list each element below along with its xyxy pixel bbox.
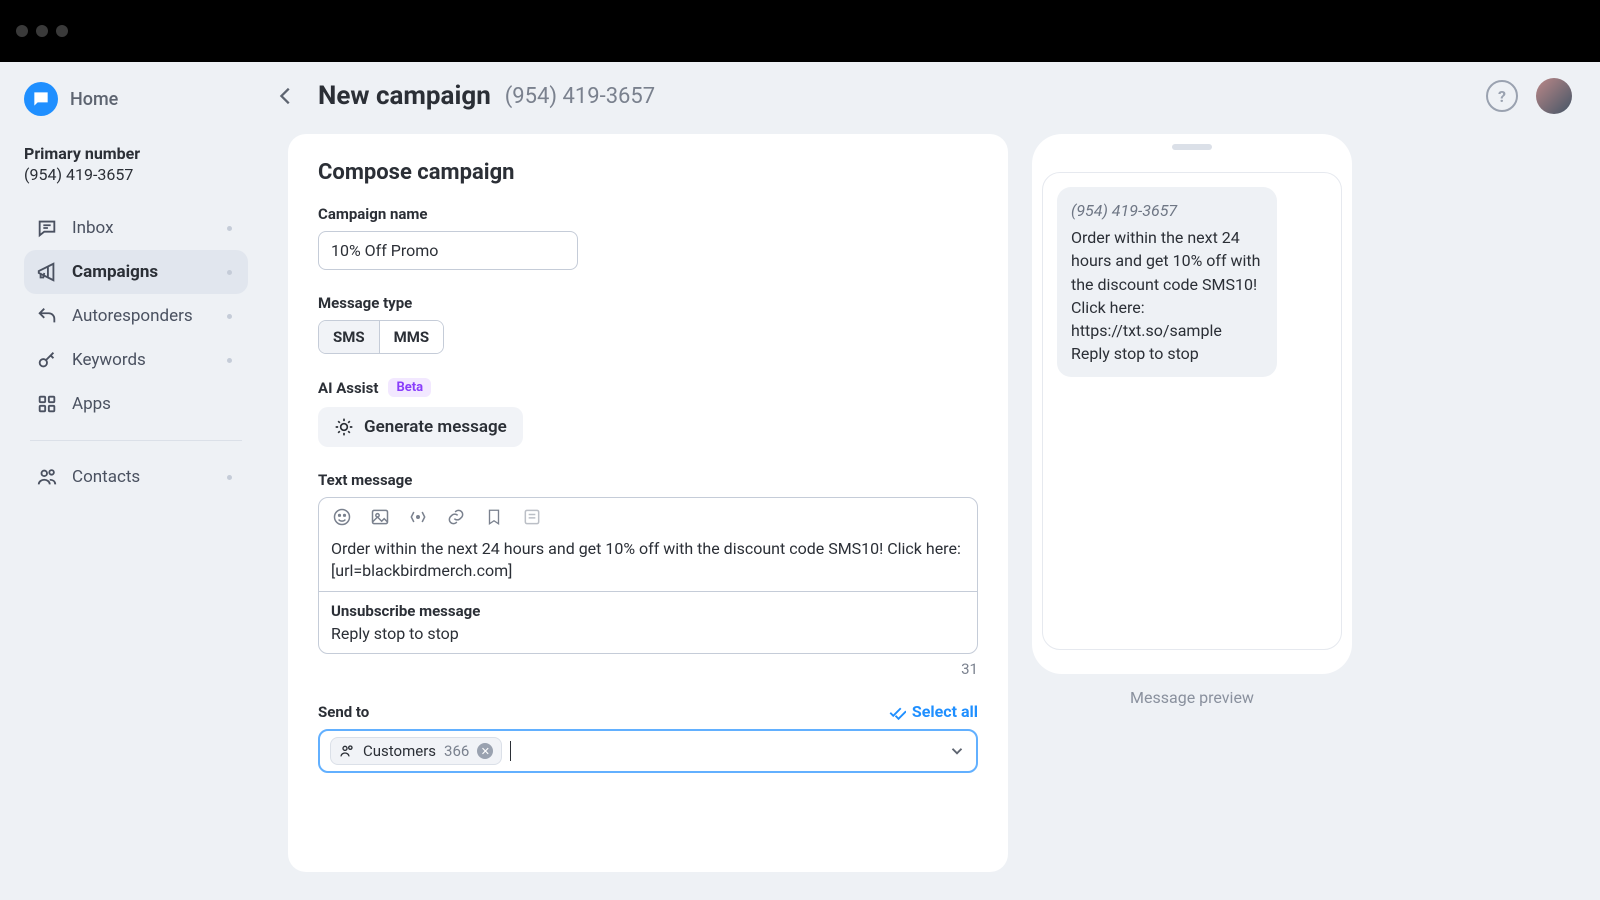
page-subtitle-phone: (954) 419-3657 bbox=[505, 84, 655, 109]
sidebar-item-inbox[interactable]: Inbox bbox=[24, 206, 248, 250]
main-area: New campaign (954) 419-3657 ? Compose ca… bbox=[260, 62, 1600, 900]
select-all-label: Select all bbox=[912, 702, 978, 721]
contacts-icon bbox=[36, 466, 58, 488]
merge-field-icon[interactable] bbox=[407, 506, 429, 528]
nav-dot bbox=[227, 358, 232, 363]
link-icon[interactable] bbox=[445, 506, 467, 528]
recipient-chip: Customers 366 ✕ bbox=[330, 737, 502, 765]
sparkle-icon bbox=[334, 417, 354, 437]
user-avatar[interactable] bbox=[1536, 78, 1572, 114]
apps-icon bbox=[36, 393, 58, 415]
generate-message-button[interactable]: Generate message bbox=[318, 407, 523, 447]
bubble-sender: (954) 419-3657 bbox=[1071, 199, 1263, 222]
sidebar-item-contacts[interactable]: Contacts bbox=[24, 455, 248, 499]
sidebar: Home Primary number (954) 419-3657 Inbox… bbox=[0, 62, 260, 900]
preview-column: (954) 419-3657 Order within the next 24 … bbox=[1032, 134, 1352, 872]
campaign-name-input[interactable] bbox=[318, 231, 578, 270]
chip-count: 366 bbox=[444, 742, 469, 760]
sidebar-divider bbox=[30, 440, 242, 441]
bookmark-icon[interactable] bbox=[483, 506, 505, 528]
editor-toolbar bbox=[319, 498, 977, 536]
text-message-label: Text message bbox=[318, 471, 978, 489]
key-icon bbox=[36, 349, 58, 371]
phone-mockup: (954) 419-3657 Order within the next 24 … bbox=[1032, 134, 1352, 674]
unsubscribe-section: Unsubscribe message Reply stop to stop bbox=[319, 591, 977, 653]
help-button[interactable]: ? bbox=[1486, 80, 1518, 112]
back-button[interactable] bbox=[268, 78, 304, 114]
compose-title: Compose campaign bbox=[318, 160, 978, 185]
phone-notch bbox=[1172, 144, 1212, 150]
home-label: Home bbox=[70, 89, 118, 110]
unsubscribe-label: Unsubscribe message bbox=[331, 602, 965, 620]
primary-number-value: (954) 419-3657 bbox=[24, 165, 248, 184]
nav-dot bbox=[227, 314, 232, 319]
chat-icon bbox=[36, 217, 58, 239]
message-type-sms[interactable]: SMS bbox=[319, 321, 379, 353]
select-all-button[interactable]: Select all bbox=[888, 702, 978, 721]
emoji-icon[interactable] bbox=[331, 506, 353, 528]
ai-assist-label: AI Assist bbox=[318, 379, 378, 397]
sidebar-item-label: Keywords bbox=[72, 350, 146, 370]
nav-dot bbox=[227, 226, 232, 231]
text-message-box: Order within the next 24 hours and get 1… bbox=[318, 497, 978, 654]
chevron-down-icon[interactable] bbox=[948, 742, 966, 760]
unsubscribe-value: Reply stop to stop bbox=[331, 624, 965, 643]
sidebar-item-keywords[interactable]: Keywords bbox=[24, 338, 248, 382]
megaphone-icon bbox=[36, 261, 58, 283]
beta-badge: Beta bbox=[388, 378, 431, 397]
traffic-light-minimize[interactable] bbox=[36, 25, 48, 37]
logo-home[interactable]: Home bbox=[24, 82, 248, 116]
reply-icon bbox=[36, 305, 58, 327]
sidebar-item-autoresponders[interactable]: Autoresponders bbox=[24, 294, 248, 338]
bubble-body: Order within the next 24 hours and get 1… bbox=[1071, 226, 1263, 365]
preview-caption: Message preview bbox=[1130, 688, 1254, 707]
generate-message-label: Generate message bbox=[364, 417, 507, 437]
window-titlebar bbox=[0, 0, 1600, 62]
page-title: New campaign bbox=[318, 81, 491, 111]
message-type-label: Message type bbox=[318, 294, 978, 312]
image-icon[interactable] bbox=[369, 506, 391, 528]
sidebar-item-campaigns[interactable]: Campaigns bbox=[24, 250, 248, 294]
campaign-name-label: Campaign name bbox=[318, 205, 978, 223]
sidebar-item-apps[interactable]: Apps bbox=[24, 382, 248, 426]
sidebar-item-label: Contacts bbox=[72, 467, 140, 487]
message-type-segmented: SMS MMS bbox=[318, 320, 444, 354]
chip-remove-icon[interactable]: ✕ bbox=[477, 743, 493, 759]
nav-dot bbox=[227, 475, 232, 480]
traffic-light-zoom[interactable] bbox=[56, 25, 68, 37]
group-icon bbox=[339, 743, 355, 759]
char-count: 31 bbox=[318, 660, 978, 678]
compose-card: Compose campaign Campaign name Message t… bbox=[288, 134, 1008, 872]
message-type-mms[interactable]: MMS bbox=[379, 321, 444, 353]
page-header: New campaign (954) 419-3657 ? bbox=[260, 62, 1600, 134]
traffic-light-close[interactable] bbox=[16, 25, 28, 37]
sidebar-item-label: Inbox bbox=[72, 218, 114, 238]
send-to-label: Send to bbox=[318, 703, 369, 721]
text-message-textarea[interactable]: Order within the next 24 hours and get 1… bbox=[319, 536, 977, 591]
template-icon[interactable] bbox=[521, 506, 543, 528]
message-bubble: (954) 419-3657 Order within the next 24 … bbox=[1057, 187, 1277, 377]
sidebar-item-label: Autoresponders bbox=[72, 306, 193, 326]
nav-dot bbox=[227, 270, 232, 275]
app-logo-icon bbox=[24, 82, 58, 116]
send-to-input[interactable]: Customers 366 ✕ bbox=[318, 729, 978, 773]
primary-number-label: Primary number bbox=[24, 144, 248, 163]
sidebar-item-label: Apps bbox=[72, 394, 111, 414]
phone-screen: (954) 419-3657 Order within the next 24 … bbox=[1042, 172, 1342, 650]
sidebar-item-label: Campaigns bbox=[72, 262, 158, 282]
check-all-icon bbox=[888, 703, 906, 721]
chip-name: Customers bbox=[363, 742, 436, 760]
text-cursor bbox=[510, 741, 511, 761]
